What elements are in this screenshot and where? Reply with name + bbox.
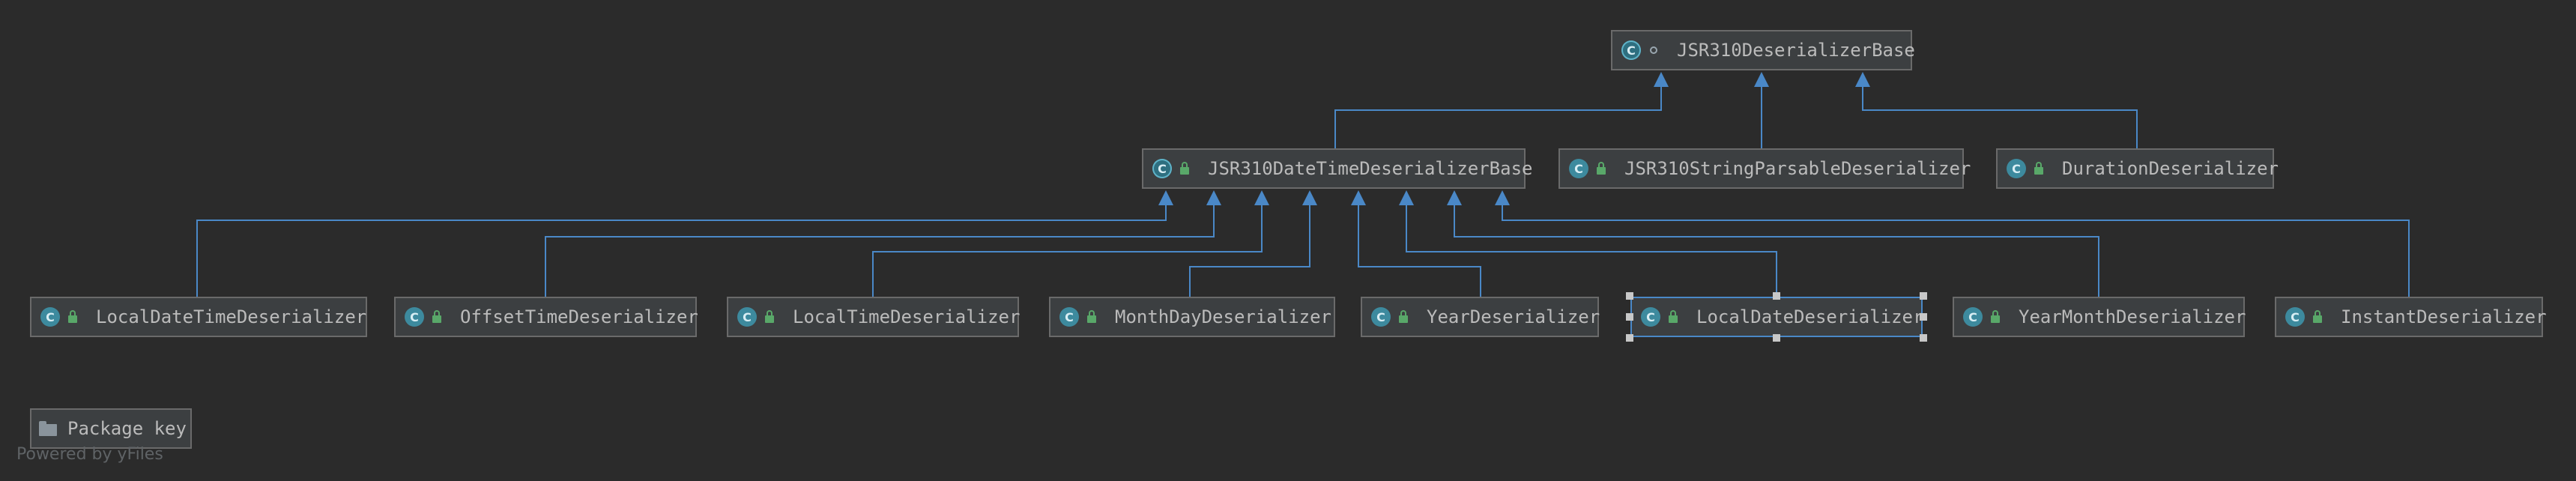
selection-handle[interactable] (1920, 313, 1927, 321)
class-node-dur[interactable]: C DurationDeserializer (1996, 148, 2279, 189)
edge-dur-to-base (1862, 87, 2138, 148)
selection-handle[interactable] (1626, 313, 1633, 321)
selection-handle[interactable] (1626, 334, 1633, 342)
class-node-md[interactable]: C MonthDayDeserializer (1049, 297, 1335, 337)
public-lock-icon (1594, 162, 1608, 175)
package-key-label: Package key (67, 418, 187, 439)
class-icon: C (1963, 307, 1983, 327)
edge-dtbase-to-base (1334, 87, 1662, 148)
class-icon: C (1641, 307, 1660, 327)
class-icon: C (40, 307, 60, 327)
edge-ld-to-dtbase (1406, 205, 1777, 297)
selection-handle[interactable] (1773, 292, 1780, 300)
package-key-button[interactable]: Package key (30, 408, 192, 449)
public-lock-icon (763, 310, 776, 324)
class-node-ldt[interactable]: C LocalDateTimeDeserializer (30, 297, 367, 337)
class-icon: C (405, 307, 424, 327)
public-lock-icon (1178, 162, 1191, 175)
class-icon: C (2285, 307, 2305, 327)
class-icon: C (1059, 307, 1079, 327)
public-lock-icon (1666, 310, 1680, 324)
class-node-label: LocalDateDeserializer (1696, 306, 1924, 327)
class-node-label: InstantDeserializer (2341, 306, 2547, 327)
inheritance-arrowhead (1654, 72, 1669, 87)
inheritance-arrowhead (1351, 190, 1366, 205)
public-lock-icon (1085, 310, 1098, 324)
class-node-label: OffsetTimeDeserializer (460, 306, 698, 327)
class-icon: C (737, 307, 757, 327)
folder-icon (39, 421, 57, 436)
class-node-ym[interactable]: C YearMonthDeserializer (1953, 297, 2246, 337)
class-node-sp[interactable]: C JSR310StringParsableDeserializer (1558, 148, 1971, 189)
inheritance-edges (196, 72, 2410, 297)
inheritance-arrowhead (1399, 190, 1414, 205)
class-icon: C (1569, 159, 1588, 178)
class-node-label: JSR310StringParsableDeserializer (1624, 158, 1971, 179)
inheritance-arrowhead (1495, 190, 1510, 205)
public-lock-icon (2032, 162, 2046, 175)
class-node-ot[interactable]: C OffsetTimeDeserializer (394, 297, 698, 337)
class-node-inst[interactable]: C InstantDeserializer (2275, 297, 2547, 337)
public-lock-icon (430, 310, 444, 324)
inheritance-arrowhead (1855, 72, 1870, 87)
class-node-ld[interactable]: C LocalDateDeserializer (1630, 297, 1923, 337)
selection-handle[interactable] (1920, 334, 1927, 342)
inheritance-arrowhead (1302, 190, 1317, 205)
class-node-base[interactable]: C JSR310DeserializerBase (1611, 30, 1915, 70)
edge-lt-to-dtbase (872, 205, 1263, 297)
selection-handle[interactable] (1920, 292, 1927, 300)
class-node-label: JSR310DateTimeDeserializerBase (1208, 158, 1533, 179)
abstract-class-icon: C (1621, 40, 1641, 60)
powered-by-label: Powered by yFiles (16, 445, 163, 464)
class-icon: C (2007, 159, 2026, 178)
class-node-label: LocalTimeDeserializer (793, 306, 1021, 327)
selection-handle[interactable] (1773, 334, 1780, 342)
class-node-label: LocalDateTimeDeserializer (96, 306, 367, 327)
class-node-label: DurationDeserializer (2062, 158, 2279, 179)
class-node-label: MonthDayDeserializer (1115, 306, 1331, 327)
public-lock-icon (66, 310, 79, 324)
class-node-label: YearMonthDeserializer (2019, 306, 2246, 327)
public-lock-icon (2311, 310, 2324, 324)
class-node-label: YearDeserializer (1427, 306, 1600, 327)
public-lock-icon (1989, 310, 2002, 324)
inheritance-arrowhead (1254, 190, 1269, 205)
class-node-yr[interactable]: C YearDeserializer (1361, 297, 1600, 337)
abstract-class-icon: C (1152, 159, 1172, 178)
public-lock-icon (1397, 310, 1410, 324)
class-node-label: JSR310DeserializerBase (1677, 40, 1915, 61)
class-node-lt[interactable]: C LocalTimeDeserializer (727, 297, 1021, 337)
class-node-dtbase[interactable]: C JSR310DateTimeDeserializerBase (1142, 148, 1532, 189)
selection-handle[interactable] (1626, 292, 1633, 300)
inheritance-arrowhead (1754, 72, 1769, 87)
inheritance-arrowhead (1447, 190, 1462, 205)
class-icon: C (1371, 307, 1391, 327)
inheritance-arrowhead (1206, 190, 1221, 205)
inheritance-arrowhead (1158, 190, 1173, 205)
package-private-icon (1647, 43, 1660, 57)
